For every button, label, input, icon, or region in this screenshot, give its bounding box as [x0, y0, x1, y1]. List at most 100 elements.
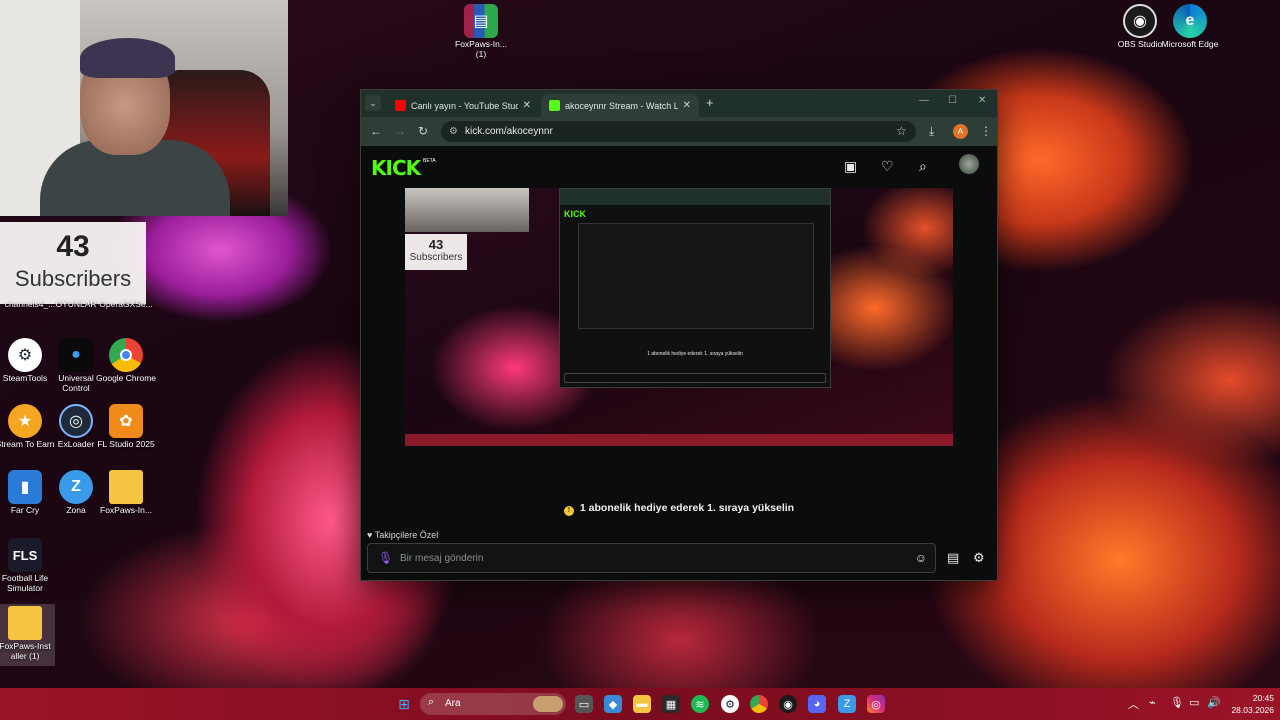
nested-kick-logo: KICK: [564, 209, 586, 219]
tab-close-icon[interactable]: ✕: [683, 100, 691, 111]
winrar-icon: ▤: [464, 4, 498, 38]
emoji-icon[interactable]: ☺: [915, 551, 927, 565]
follower-only-label: Takipçilere Özel: [374, 530, 439, 540]
folder-icon: [109, 470, 143, 504]
taskbar-search[interactable]: ⌕ Ara: [420, 693, 566, 715]
taskbar: ⊞ ⌕ Ara ▭ ◆ ▬ ▦ ≋ ⚙ ◉ ◕ Z ◎ ︿ ⌁ 🎙 ▭ 🔊 20…: [0, 688, 1280, 720]
search-icon: ⌕: [428, 696, 435, 708]
search-icon[interactable]: ⌕: [919, 158, 927, 175]
volume-icon[interactable]: 🔊: [1207, 696, 1221, 709]
browser-window: ⌄ Canlı yayın - YouTube Studio ✕ akoceyn…: [360, 89, 998, 581]
profile-avatar[interactable]: A: [953, 124, 968, 139]
forward-icon[interactable]: →: [394, 124, 406, 138]
browser-menu-icon[interactable]: ⋮: [980, 124, 992, 138]
following-icon[interactable]: ▣: [844, 158, 857, 175]
subscriber-label: Subscribers: [14, 266, 132, 291]
site-info-icon[interactable]: ⚙: [449, 121, 458, 142]
desktop-icon-chrome[interactable]: Google Chrome: [96, 338, 156, 384]
nested-gift-message: 1 abonelik hediye ederek 1. sıraya yükse…: [647, 351, 743, 357]
desktop-icon-label: Football Life Simulator: [1, 573, 49, 593]
youtube-icon: [395, 100, 406, 111]
clock-time: 20:45: [1252, 693, 1274, 703]
instagram-icon[interactable]: ◎: [867, 695, 885, 713]
network-icon[interactable]: ⌁: [1149, 696, 1156, 709]
start-windows-icon[interactable]: ⊞: [395, 695, 413, 713]
fl-studio-icon: ✿: [109, 404, 143, 438]
back-icon[interactable]: ←: [370, 124, 382, 138]
bookmark-star-icon[interactable]: ☆: [896, 124, 907, 138]
chat-message-input[interactable]: 🎙 Bir mesaj gönderin ☺: [367, 543, 936, 573]
desktop-icon-operagx[interactable]: OperaGXSe...: [96, 299, 156, 310]
desktop-icon-edge[interactable]: e Microsoft Edge: [1160, 4, 1220, 50]
steam-icon[interactable]: ⚙: [721, 695, 739, 713]
heart-icon[interactable]: ♡: [881, 158, 894, 175]
chat-placeholder: Bir mesaj gönderin: [400, 553, 484, 564]
mic-icon[interactable]: 🎙: [378, 551, 393, 565]
discord-icon[interactable]: ◕: [808, 695, 826, 713]
nested-stream-frame: [578, 223, 814, 329]
tab-close-icon[interactable]: ✕: [523, 100, 531, 111]
store-icon[interactable]: ▤: [947, 550, 959, 566]
desktop-icon-label: OperaGXSe...: [99, 299, 153, 309]
tray-chevron-icon[interactable]: ︿: [1128, 696, 1139, 712]
obs-icon[interactable]: ◉: [779, 695, 797, 713]
microsoft-store-icon[interactable]: ▦: [662, 695, 680, 713]
spotify-icon[interactable]: ≋: [691, 695, 709, 713]
system-clock[interactable]: 20:45 28.03.2026: [1224, 692, 1274, 716]
new-tab-button[interactable]: +: [706, 95, 714, 110]
zona-icon: Z: [59, 470, 93, 504]
zona-icon[interactable]: Z: [838, 695, 856, 713]
file-explorer-icon[interactable]: ▬: [633, 695, 651, 713]
minimize-icon[interactable]: —: [919, 95, 929, 106]
taskbar-search-text: Ara: [445, 698, 461, 709]
display-icon[interactable]: ▭: [1189, 696, 1199, 709]
clock-date: 28.03.2026: [1231, 705, 1274, 715]
widgets-icon[interactable]: ◆: [604, 695, 622, 713]
desktop-icon-label: FL Studio 2025: [97, 439, 155, 449]
exloader-icon: ◎: [59, 404, 93, 438]
kick-favicon-icon: [549, 100, 560, 111]
chrome-icon: [109, 338, 143, 372]
desktop-icon-foxpaws-installer-selected[interactable]: FoxPaws-Inst aller (1): [0, 604, 55, 666]
webcam-person-hair: [80, 38, 175, 78]
desktop-icon-foxpaws-folder[interactable]: FoxPaws-In...: [96, 470, 156, 516]
stream-subscriber-label: Subscribers: [409, 252, 463, 263]
stream-subscriber-widget: 43 Subscribers: [405, 234, 467, 270]
task-view-icon[interactable]: ▭: [575, 695, 593, 713]
tab-youtube-studio[interactable]: Canlı yayın - YouTube Studio ✕: [387, 94, 539, 117]
kick-logo[interactable]: KICK: [371, 156, 421, 180]
download-icon[interactable]: ⤓: [929, 124, 934, 139]
chat-settings-icon[interactable]: ⚙: [973, 550, 985, 566]
user-avatar[interactable]: [959, 154, 979, 174]
webcam-overlay: [0, 0, 288, 216]
desktop-icon-label: Google Chrome: [96, 373, 157, 383]
edge-icon: e: [1173, 4, 1207, 38]
stream-nested-browser: KICK 1 abonelik hediye ederek 1. sıraya …: [559, 188, 831, 388]
desktop-icon-fl-studio[interactable]: ✿ FL Studio 2025: [96, 404, 156, 450]
universal-control-icon: ●: [59, 338, 93, 372]
stream-subscriber-count: 43: [428, 237, 444, 252]
maximize-icon[interactable]: ☐: [948, 95, 957, 106]
tab-search-button[interactable]: ⌄: [365, 95, 381, 111]
desktop-icon-foxpaws-archive[interactable]: ▤ FoxPaws-In... (1): [451, 4, 511, 60]
microphone-icon[interactable]: 🎙: [1170, 696, 1184, 709]
desktop-icon-football-life[interactable]: FLS Football Life Simulator: [0, 538, 55, 594]
stream-taskbar: [405, 434, 953, 446]
tab-kick-stream[interactable]: akoceynnr Stream - Watch Live ✕: [541, 94, 699, 117]
stream-video-player[interactable]: 43 Subscribers KICK 1 abonelik hediye ed…: [405, 188, 953, 446]
desktop-icon-label: FoxPaws-In... (1): [455, 39, 507, 59]
tab-title: akoceynnr Stream - Watch Live: [565, 100, 678, 111]
url-text: kick.com/akoceynnr: [465, 126, 553, 137]
close-window-icon[interactable]: ✕: [978, 95, 986, 106]
address-bar-row: ← → ↻ ⚙ kick.com/akoceynnr ☆ ⤓ A ⋮: [361, 117, 997, 146]
fls-icon: FLS: [8, 538, 42, 572]
follower-only-notice: ♥ Takipçilere Özel: [367, 530, 439, 540]
chrome-icon[interactable]: [750, 695, 768, 713]
reload-icon[interactable]: ↻: [418, 124, 428, 138]
gift-message: 1 abonelik hediye ederek 1. sıraya yükse…: [579, 502, 795, 514]
url-input[interactable]: ⚙ kick.com/akoceynnr: [441, 121, 916, 142]
kick-beta-badge: BETA: [423, 158, 436, 164]
stream-to-earn-icon: ★: [8, 404, 42, 438]
nested-chat-input: [564, 373, 826, 383]
desktop-icon-label: FoxPaws-In...: [100, 505, 152, 515]
